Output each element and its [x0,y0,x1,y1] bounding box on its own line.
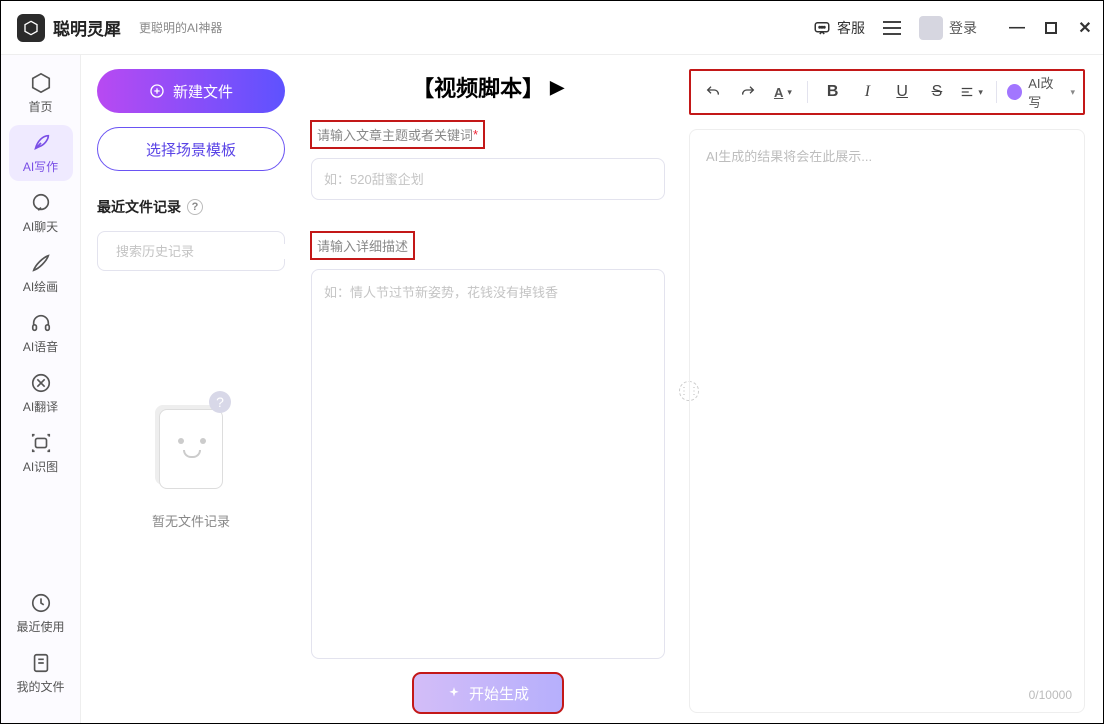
window-controls: — ✕ [1009,20,1093,36]
new-file-button[interactable]: 新建文件 [97,69,285,113]
brush-icon [30,252,52,274]
topic-label: 请输入文章主题或者关键词 [311,121,484,148]
image-scan-icon [30,432,52,454]
nav-home[interactable]: 首页 [9,65,73,121]
app-window: 聪明灵犀 更聪明的AI神器 客服 登录 — ✕ [0,0,1104,724]
ai-icon [1007,84,1022,100]
feather-icon [30,132,52,154]
nav-label: AI翻译 [23,398,58,415]
nav-ai-draw[interactable]: AI绘画 [9,245,73,301]
undo-button[interactable] [699,77,728,107]
nav-label: 我的文件 [16,678,64,695]
align-icon [960,85,974,99]
nav-recent[interactable]: 最近使用 [9,585,73,641]
undo-icon [705,84,721,100]
file-panel: 新建文件 选择场景模板 最近文件记录 ? ? 暂无文件记录 [81,55,301,723]
app-name: 聪明灵犀 [53,15,121,40]
file-icon [30,652,52,674]
search-history[interactable] [97,231,285,271]
redo-button[interactable] [734,77,763,107]
ai-rewrite-button[interactable]: AI改写 ▾ [1007,73,1075,111]
editor-placeholder: AI生成的结果将会在此展示... [706,149,872,164]
generate-label: 开始生成 [469,683,529,704]
nav-label: 最近使用 [16,618,64,635]
redo-icon [740,84,756,100]
topic-input[interactable] [311,158,665,200]
sparkle-icon [447,686,461,700]
titlebar: 聪明灵犀 更聪明的AI神器 客服 登录 — ✕ [1,1,1103,55]
nav-label: 首页 [28,98,52,115]
clock-icon [30,592,52,614]
app-tagline: 更聪明的AI神器 [139,19,222,36]
font-color-button[interactable]: A▾ [769,77,798,107]
italic-button[interactable]: I [853,77,882,107]
ai-rewrite-label: AI改写 [1028,73,1064,111]
page-heading: 【视频脚本】 ▶ [311,71,665,103]
strikethrough-button[interactable]: S [923,77,952,107]
toolbar-separator [807,81,808,103]
toolbar-separator [996,81,997,103]
kefu-button[interactable]: 客服 [813,18,865,38]
recent-files-label: 最近文件记录 [97,197,181,217]
generate-button[interactable]: 开始生成 [413,673,563,713]
select-template-button[interactable]: 选择场景模板 [97,127,285,171]
nav-ai-chat[interactable]: AI聊天 [9,185,73,241]
search-input[interactable] [116,244,292,259]
translate-icon [30,372,52,394]
underline-button[interactable]: U [888,77,917,107]
nav-ai-voice[interactable]: AI语音 [9,305,73,361]
chat-icon [813,19,831,37]
nav-ai-image[interactable]: AI识图 [9,425,73,481]
recent-files-heading: 最近文件记录 ? [97,197,285,217]
headphone-icon [30,312,52,334]
form-panel: 【视频脚本】 ▶ 请输入文章主题或者关键词 请输入详细描述 开始生成 [301,55,683,723]
help-icon[interactable]: ? [187,199,203,215]
nav-ai-write[interactable]: AI写作 [9,125,73,181]
editor-panel: ⋮⋮ A▾ B I U S ▾ AI改写 ▾ [683,55,1103,723]
nav-my-files[interactable]: 我的文件 [9,645,73,701]
empty-state: ? 暂无文件记录 [97,391,285,530]
maximize-button[interactable] [1043,20,1059,36]
left-nav: 首页 AI写作 AI聊天 AI绘画 AI语音 AI翻译 [1,55,81,723]
editor-output[interactable]: AI生成的结果将会在此展示... 0/10000 [689,129,1085,713]
login-button[interactable]: 登录 [919,16,977,40]
menu-button[interactable] [883,21,901,35]
titlebar-right: 客服 登录 — ✕ [813,16,1093,40]
plus-circle-icon [149,83,165,99]
nav-label: AI识图 [23,458,58,475]
empty-illustration: ? [145,391,237,501]
avatar-icon [919,16,943,40]
nav-label: AI语音 [23,338,58,355]
nav-label: AI绘画 [23,278,58,295]
chat-bubble-icon [30,192,52,214]
detail-label: 请输入详细描述 [311,232,414,259]
nav-label: AI写作 [23,158,58,175]
login-label: 登录 [949,18,977,38]
bold-button[interactable]: B [818,77,847,107]
align-button[interactable]: ▾ [957,77,986,107]
play-icon[interactable]: ▶ [550,77,564,98]
editor-toolbar: A▾ B I U S ▾ AI改写 ▾ [689,69,1085,115]
select-template-label: 选择场景模板 [146,139,236,160]
home-icon [30,72,52,94]
body: 首页 AI写作 AI聊天 AI绘画 AI语音 AI翻译 [1,55,1103,723]
detail-textarea[interactable] [311,269,665,659]
minimize-button[interactable]: — [1009,20,1025,36]
page-heading-text: 【视频脚本】 [412,71,544,103]
nav-ai-translate[interactable]: AI翻译 [9,365,73,421]
kefu-label: 客服 [837,18,865,38]
logo-icon [17,14,45,42]
nav-label: AI聊天 [23,218,58,235]
close-button[interactable]: ✕ [1077,20,1093,36]
empty-text: 暂无文件记录 [152,511,230,530]
char-count: 0/10000 [1029,688,1072,702]
logo: 聪明灵犀 更聪明的AI神器 [17,14,222,42]
new-file-label: 新建文件 [173,81,233,102]
